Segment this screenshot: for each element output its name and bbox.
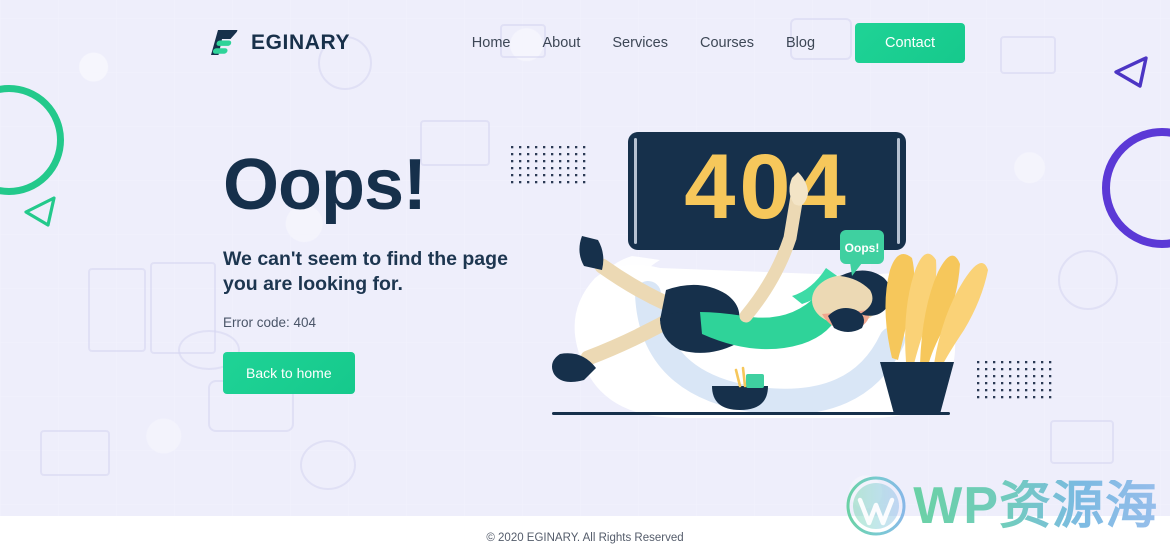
decor-circle-purple xyxy=(1102,128,1170,248)
site-header: EGINARY Home About Services Courses Blog… xyxy=(0,0,1170,86)
illustration-oops-text: Oops! xyxy=(845,241,880,255)
illustration-oops-bubble: Oops! xyxy=(840,230,884,276)
decor-triangle-green xyxy=(24,196,56,227)
nav-item-services[interactable]: Services xyxy=(612,35,668,51)
error-subtext-line1: We can't seem to find the page xyxy=(223,247,508,270)
brand-logo[interactable]: EGINARY xyxy=(205,25,350,61)
error-copy-block: Oops! We can't seem to find the page you… xyxy=(223,145,523,395)
nav-item-courses[interactable]: Courses xyxy=(700,35,754,51)
nav-item-blog[interactable]: Blog xyxy=(786,35,815,51)
doodle-atom-icon xyxy=(300,440,356,490)
illustration-ground-line xyxy=(552,412,950,415)
main-navigation: Home About Services Courses Blog Contact xyxy=(472,23,965,63)
site-watermark: WP资源海 xyxy=(845,475,1158,537)
contact-button[interactable]: Contact xyxy=(855,23,965,63)
illustration-plant xyxy=(880,253,988,414)
back-to-home-button[interactable]: Back to home xyxy=(223,352,355,395)
doodle-notebook-icon xyxy=(150,262,216,354)
eginary-e-logo-icon xyxy=(211,30,238,55)
error-code-label: Error code: 404 xyxy=(223,315,317,331)
doodle-bulb-icon xyxy=(1058,250,1118,310)
illustration-404-text: 404 xyxy=(684,136,850,238)
doodle-book-icon xyxy=(88,268,146,352)
error-illustration: 404 Oops! xyxy=(540,118,990,428)
figure-shoe-back xyxy=(579,236,604,270)
doodle-paper-icon xyxy=(40,430,110,476)
page-title: Oops! xyxy=(223,145,427,225)
copyright-text: © 2020 EGINARY. All Rights Reserved xyxy=(486,531,684,544)
error-subtext: We can't seem to find the page you are l… xyxy=(223,247,523,298)
illustration-svg: 404 Oops! xyxy=(552,132,988,418)
nav-item-home[interactable]: Home xyxy=(472,35,511,51)
decor-circle-green xyxy=(0,85,64,195)
doodle-chart-icon xyxy=(1050,420,1114,464)
brand-name: EGINARY xyxy=(251,31,351,54)
error-subtext-line2: you are looking for. xyxy=(223,272,403,295)
illustration-cup xyxy=(746,374,764,388)
wordpress-logo-icon xyxy=(846,476,906,536)
watermark-text: WP资源海 xyxy=(913,477,1158,535)
nav-item-about[interactable]: About xyxy=(542,35,580,51)
